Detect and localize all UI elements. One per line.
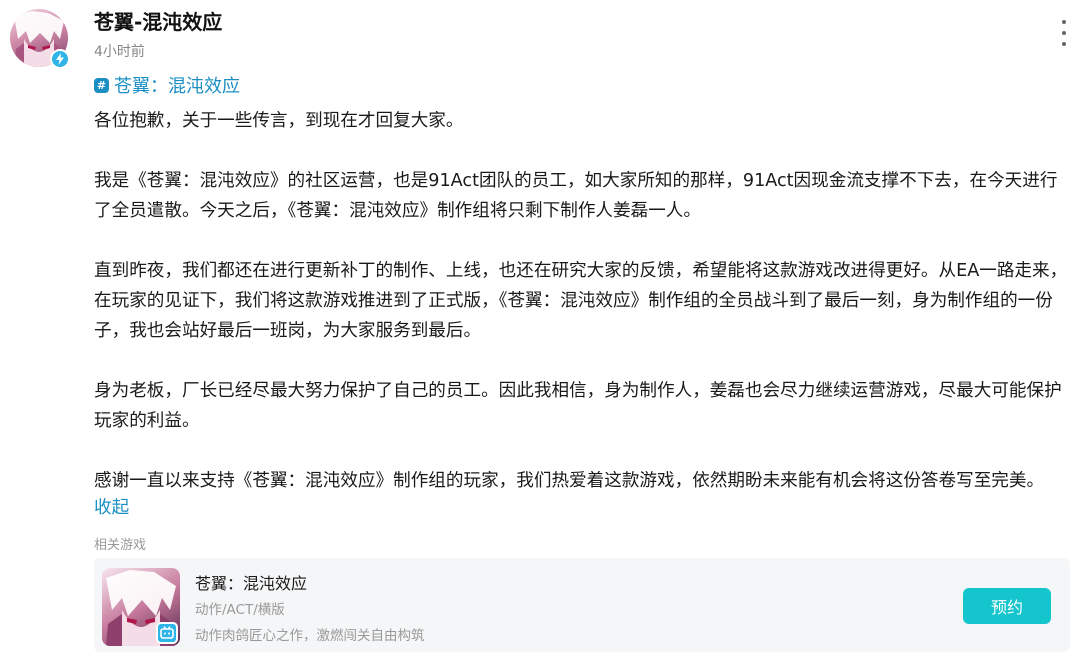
more-dot-icon [1062,31,1066,35]
post-timestamp: 4小时前 [94,44,145,60]
more-dot-icon [1062,20,1066,24]
game-description: 动作肉鸽匠心之作，激燃闯关自由构筑 [195,628,425,644]
lightning-icon [56,53,64,65]
post-paragraph: 感谢一直以来支持《苍翼：混沌效应》制作组的玩家，我们热爱着这款游戏，依然期盼未来… [94,471,1045,491]
tv-icon-glyph [160,626,174,639]
related-game-card[interactable]: 苍翼：混沌效应 动作/ACT/横版 动作肉鸽匠心之作，激燃闯关自由构筑 预约 [94,558,1070,652]
tv-icon [156,622,178,644]
game-title[interactable]: 苍翼：混沌效应 [195,570,307,594]
game-genre: 动作/ACT/横版 [195,602,285,618]
more-dot-icon [1062,42,1066,46]
post-paragraph: 身为老板，厂长已经尽最大努力保护了自己的员工。因此我相信，身为制作人，姜磊也会尽… [94,381,1062,431]
post-paragraph: 各位抱歉，关于一些传言，到现在才回复大家。 [94,111,464,131]
post-content: 各位抱歉，关于一些传言，到现在才回复大家。 我是《苍翼：混沌效应》的社区运营，也… [94,106,1072,496]
topic-tag[interactable]: # 苍翼：混沌效应 [94,72,240,98]
more-options-button[interactable] [1052,20,1076,46]
post-card: 苍翼-混沌效应 4小时前 # 苍翼：混沌效应 各位抱歉，关于一些传言，到现在才回… [0,0,1080,654]
verified-badge [50,49,70,69]
reserve-button[interactable]: 预约 [963,588,1051,624]
author-avatar-wrap[interactable] [10,9,70,69]
related-games-label: 相关游戏 [94,538,147,553]
post-paragraph: 我是《苍翼：混沌效应》的社区运营，也是91Act团队的员工，如大家所知的那样，9… [94,171,1058,221]
post-paragraph: 直到昨夜，我们都还在进行更新补丁的制作、上线，也还在研究大家的反馈，希望能将这款… [94,261,1068,341]
topic-label: 苍翼：混沌效应 [114,76,240,97]
author-name[interactable]: 苍翼-混沌效应 [94,6,222,35]
hashtag-icon: # [94,77,109,93]
collapse-link[interactable]: 收起 [94,493,129,523]
